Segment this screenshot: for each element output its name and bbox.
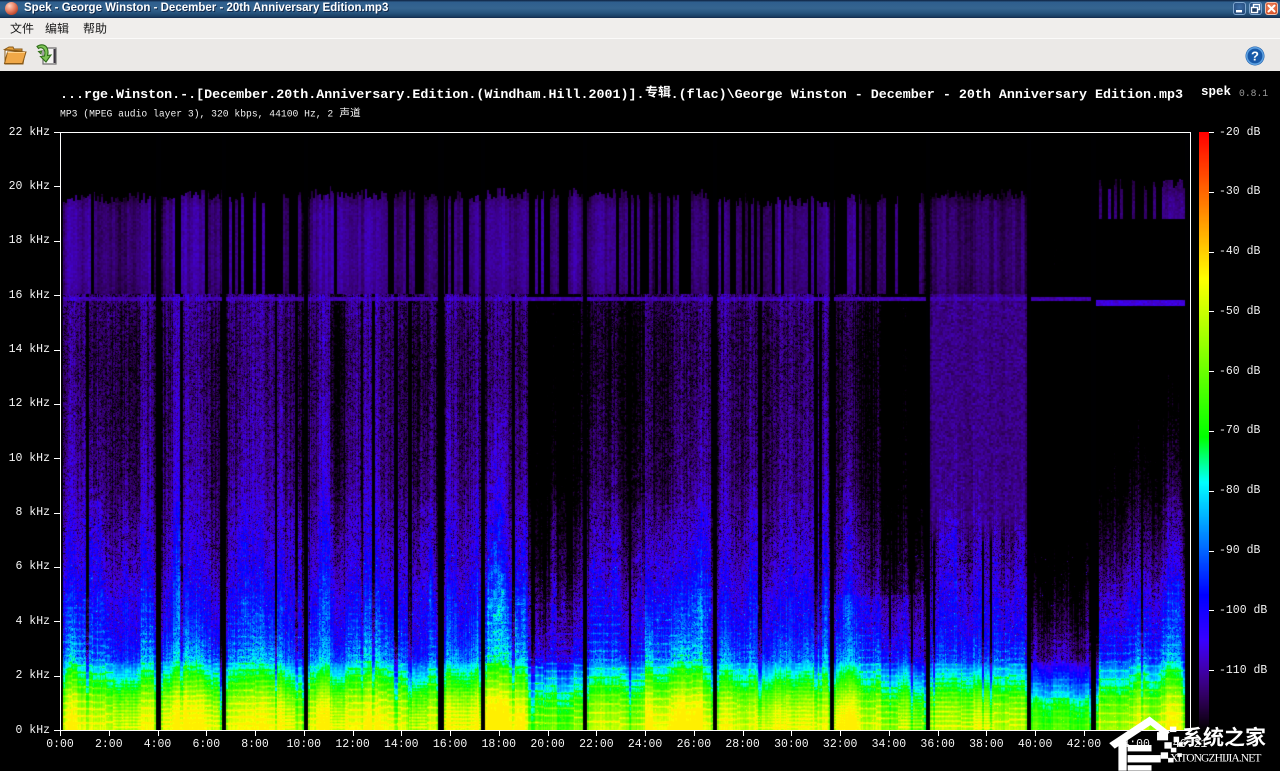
- svg-text:?: ?: [1251, 49, 1259, 64]
- svg-text:XITONGZHIJIA.NET: XITONGZHIJIA.NET: [1170, 753, 1261, 765]
